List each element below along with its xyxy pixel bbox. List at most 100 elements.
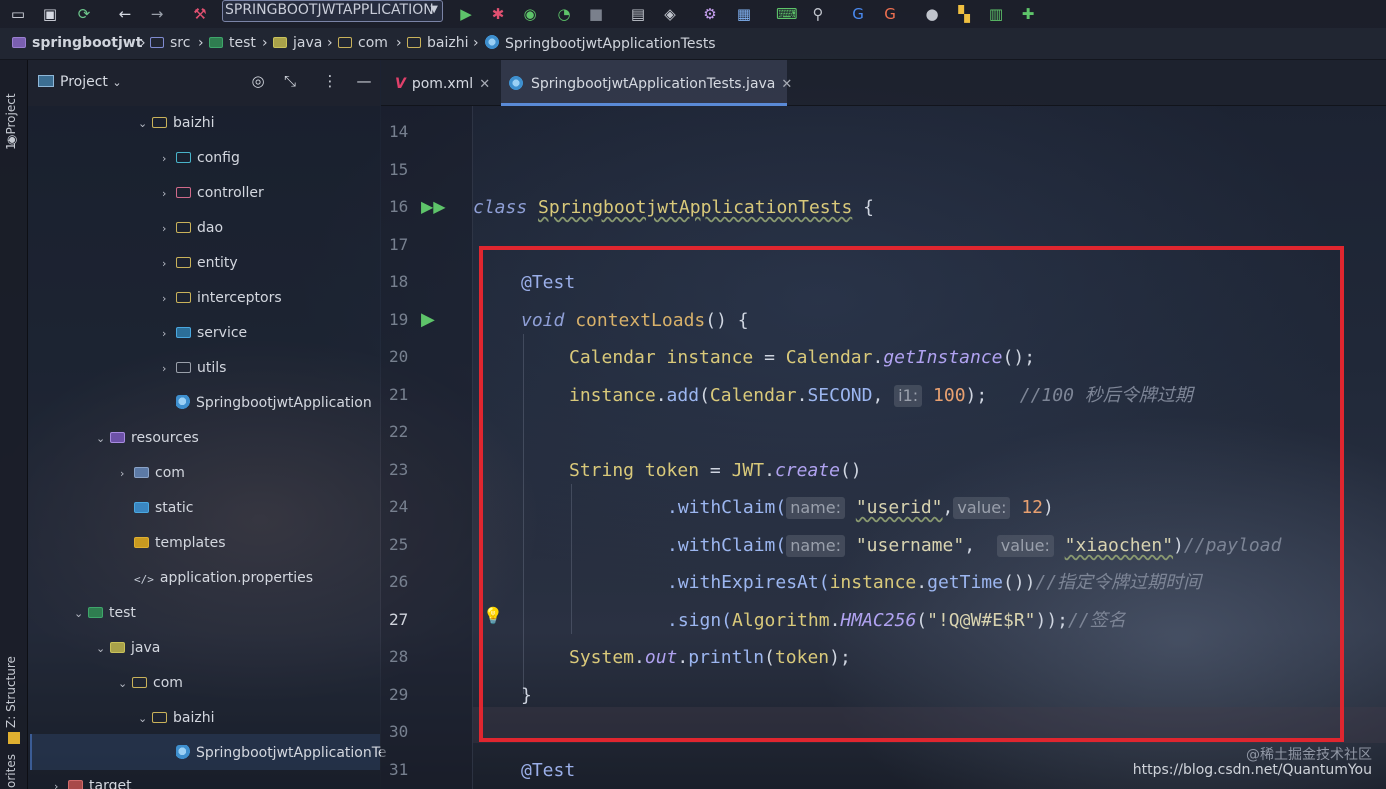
- structure-tool-tab[interactable]: Z: Structure: [4, 656, 18, 728]
- breadcrumb-item-test[interactable]: test: [209, 35, 256, 51]
- forward-icon[interactable]: →: [147, 4, 167, 24]
- google-translate-icon[interactable]: G: [848, 4, 868, 24]
- tree-item-label: config: [197, 150, 240, 166]
- line-number: 25: [389, 535, 409, 554]
- package-folder-icon: [152, 712, 167, 723]
- class-icon: [509, 76, 523, 90]
- tree-item-test[interactable]: ⌄ test: [74, 602, 136, 624]
- tree-item-resources[interactable]: ⌄ resources: [96, 427, 199, 449]
- breadcrumb-item-class[interactable]: SpringbootjwtApplicationTests: [485, 35, 716, 52]
- locate-target-icon[interactable]: ◎: [248, 72, 268, 90]
- tree-item-java[interactable]: ⌄ java: [96, 637, 160, 659]
- tree-item-target[interactable]: › target: [54, 777, 132, 789]
- tree-item-test-com[interactable]: ⌄ com: [118, 672, 183, 694]
- back-icon[interactable]: ←: [115, 4, 135, 24]
- run-icon[interactable]: ▶: [456, 4, 476, 24]
- tree-item-label: test: [109, 605, 136, 621]
- breadcrumb-item-baizhi[interactable]: baizhi: [407, 35, 468, 51]
- tree-item-label: templates: [155, 535, 226, 551]
- tree-item-baizhi[interactable]: ⌄ baizhi: [138, 112, 214, 134]
- chevron-right-icon: ›: [162, 292, 167, 305]
- cube-icon[interactable]: ◈: [660, 4, 680, 24]
- line-number: 30: [389, 722, 409, 741]
- tree-item-label: controller: [197, 185, 264, 201]
- project-panel-title: Project: [60, 74, 108, 90]
- tree-item-label: utils: [197, 360, 227, 376]
- collapse-all-icon[interactable]: ⤡: [280, 72, 300, 90]
- tree-item-dao[interactable]: › dao: [162, 217, 223, 239]
- spring-boot-class-icon: [176, 745, 190, 759]
- search-icon[interactable]: ⚲: [808, 4, 828, 24]
- tree-item-config[interactable]: › config: [162, 147, 240, 169]
- tree-item-test-baizhi[interactable]: ⌄ baizhi: [138, 707, 214, 729]
- tree-item-static[interactable]: static: [134, 497, 193, 519]
- breadcrumb-separator: ›: [473, 35, 479, 51]
- tree-item-controller[interactable]: › controller: [162, 182, 264, 204]
- resources-folder-icon: [110, 432, 125, 443]
- stop-icon[interactable]: ■: [586, 4, 606, 24]
- line-number: 28: [389, 647, 409, 666]
- breadcrumb-item-src[interactable]: src: [150, 35, 190, 51]
- line-number: 15: [389, 160, 409, 179]
- folder-icon[interactable]: ▭: [8, 4, 28, 24]
- build-hammer-icon[interactable]: ⚒: [190, 4, 210, 24]
- line-number-current: 27: [389, 610, 409, 629]
- layout-icon[interactable]: ▥: [986, 4, 1006, 24]
- breadcrumb-separator: ›: [140, 35, 146, 51]
- coverage-icon[interactable]: ◉: [520, 4, 540, 24]
- record-icon[interactable]: ●: [922, 4, 942, 24]
- project-tree: ⌄ baizhi › config › controller › dao › entity…: [28, 106, 387, 789]
- tree-item-entity[interactable]: › entity: [162, 252, 238, 274]
- tree-item-application-class[interactable]: SpringbootjwtApplication: [176, 392, 372, 414]
- annotation: @Test: [521, 760, 576, 781]
- debug-bug-icon[interactable]: ✱: [488, 4, 508, 24]
- target-folder-icon: [68, 780, 83, 789]
- tab-pom-xml[interactable]: Vpom.xml ✕: [387, 60, 499, 106]
- editor-gutter: 14 15 16 17 18 19 20 21 22 23 24 25 26 2…: [381, 106, 503, 789]
- close-icon[interactable]: ✕: [479, 77, 490, 92]
- tree-item-utils[interactable]: › utils: [162, 357, 226, 379]
- close-icon[interactable]: ✕: [781, 77, 792, 92]
- tree-item-resources-com[interactable]: › com: [120, 462, 185, 484]
- breadcrumb-item-module[interactable]: springbootjwt: [12, 35, 142, 51]
- more-options-icon[interactable]: ⋮: [320, 72, 340, 90]
- breadcrumb-item-com[interactable]: com: [338, 35, 388, 51]
- tree-item-tests-class[interactable]: SpringbootjwtApplicationTe: [176, 742, 387, 764]
- plugin-icon[interactable]: ▚: [954, 4, 974, 24]
- run-configuration-label: SPRINGBOOTJWTAPPLICATION: [225, 2, 434, 18]
- tree-item-interceptors[interactable]: › interceptors: [162, 287, 282, 309]
- chevron-right-icon: ›: [162, 187, 167, 200]
- line-number: 29: [389, 685, 409, 704]
- run-test-icon[interactable]: ▶: [421, 309, 435, 330]
- terminal-icon[interactable]: ⌨: [776, 4, 798, 24]
- tree-item-label: static: [155, 500, 194, 516]
- settings-gear-icon[interactable]: ⚙: [700, 4, 720, 24]
- tab-springbootjwt-application-tests[interactable]: SpringbootjwtApplicationTests.java ✕: [501, 60, 792, 106]
- main-toolbar: ▭ ▣ ⟳ ← → ⚒ SPRINGBOOTJWTAPPLICATION ▼ ▶…: [0, 0, 1386, 28]
- tree-item-label: com: [153, 675, 183, 691]
- save-icon[interactable]: ▣: [40, 4, 60, 24]
- puzzle-icon[interactable]: ✚: [1018, 4, 1038, 24]
- package-folder-icon: [176, 222, 191, 233]
- tree-item-label: entity: [197, 255, 238, 271]
- utils-package-icon: [176, 362, 191, 373]
- project-view-selector[interactable]: Project ⌄: [38, 74, 122, 90]
- profiler-icon[interactable]: ◔: [554, 4, 574, 24]
- run-all-tests-icon[interactable]: ▶▶: [421, 197, 446, 216]
- chevron-down-icon: ⌄: [138, 712, 148, 725]
- chevron-right-icon: ›: [162, 362, 167, 375]
- device-icon[interactable]: ▤: [628, 4, 648, 24]
- breadcrumb-label: baizhi: [427, 35, 469, 51]
- line-number: 21: [389, 385, 409, 404]
- run-configuration-selector[interactable]: SPRINGBOOTJWTAPPLICATION ▼: [222, 0, 443, 22]
- breadcrumb-item-java[interactable]: java: [273, 35, 322, 51]
- sync-icon[interactable]: ⟳: [74, 4, 94, 24]
- hide-panel-icon[interactable]: —: [354, 72, 374, 90]
- tree-item-templates[interactable]: templates: [134, 532, 226, 554]
- tree-item-service[interactable]: › service: [162, 322, 247, 344]
- tree-item-label: target: [89, 778, 132, 789]
- grid-icon[interactable]: ▦: [734, 4, 754, 24]
- favorites-tool-tab[interactable]: orites: [4, 754, 18, 788]
- tree-item-application-properties[interactable]: </> application.properties: [134, 567, 313, 589]
- translate-icon[interactable]: G: [880, 4, 900, 24]
